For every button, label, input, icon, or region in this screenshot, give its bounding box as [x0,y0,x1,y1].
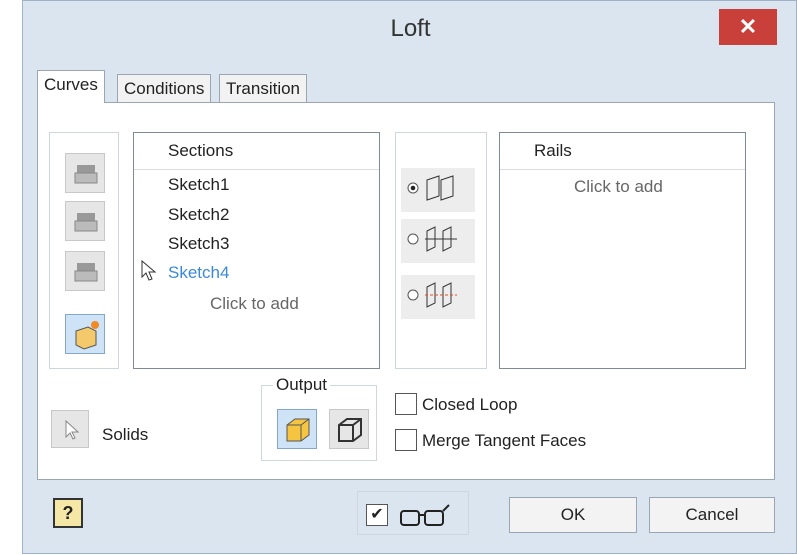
rails-list[interactable]: Rails Click to add [499,132,746,369]
close-button[interactable]: ✕ [719,9,777,45]
closed-loop-label: Closed Loop [422,395,518,414]
loft-type-centerline-option[interactable] [401,219,475,263]
tab-curves[interactable]: Curves [37,70,105,103]
output-label: Output [273,375,331,395]
section-item-selected[interactable]: Sketch4 [168,263,229,283]
sections-click-to-add[interactable]: Click to add [210,294,299,314]
tab-conditions[interactable]: Conditions [117,74,212,104]
glasses-preview-icon [400,504,450,526]
merge-tangent-faces-checkbox[interactable] [395,429,417,451]
sections-list[interactable]: Sections Sketch1 Sketch2 Sketch3 Sketch4… [133,132,380,369]
help-button[interactable]: ? [53,498,83,528]
sections-header: Sections [134,133,379,170]
tab-transition[interactable]: Transition [219,74,308,104]
preview-checkbox[interactable]: ✔ [366,504,388,526]
add-section-icon[interactable] [65,314,105,354]
rails-click-to-add[interactable]: Click to add [574,177,663,197]
solids-label: Solids [102,425,149,444]
move-up-icon[interactable] [65,153,105,193]
solids-select-icon[interactable] [51,410,89,448]
section-item[interactable]: Sketch3 [168,234,229,254]
cancel-button[interactable]: Cancel [649,497,775,533]
rails-header: Rails [500,133,745,170]
section-item[interactable]: Sketch2 [168,205,229,225]
loft-type-rails-option[interactable] [401,168,475,212]
move-down-icon[interactable] [65,201,105,241]
output-solid-icon[interactable] [277,409,317,449]
loft-dialog: Loft ✕ Curves Conditions Transition Sect… [22,0,797,554]
mouse-cursor-icon [141,259,157,281]
output-surface-icon[interactable] [329,409,369,449]
remove-section-icon[interactable] [65,251,105,291]
closed-loop-checkbox[interactable] [395,393,417,415]
loft-type-area-option[interactable] [401,275,475,319]
dialog-title: Loft [390,15,431,42]
ok-button[interactable]: OK [509,497,637,533]
merge-tangent-faces-label: Merge Tangent Faces [422,431,587,450]
section-item[interactable]: Sketch1 [168,175,229,195]
